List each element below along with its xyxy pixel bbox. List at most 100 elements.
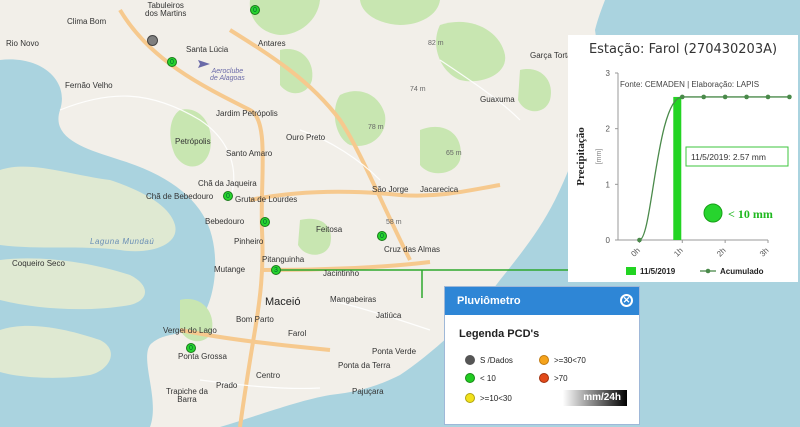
legend-title: Legenda PCD's [459,328,540,340]
place-ouro-preto: Ouro Preto [286,133,326,142]
y-tick-label: 0 [606,236,611,245]
precip-bar [673,96,682,240]
place-fernao-velho: Fernão Velho [65,81,113,90]
legend-dot-icon [539,355,549,365]
elevation-label: 65 m [446,150,462,157]
pluviometer-header-label: Pluviômetro [457,295,521,307]
airport-label: Aeroclube de Alagoas [210,68,245,82]
tooltip-text: 11/5/2019: 2.57 mm [691,152,766,162]
station-marker-nodata[interactable] [147,35,158,46]
place-pinheiro: Pinheiro [234,237,264,246]
place-ponta-verde: Ponta Verde [372,347,417,356]
place-clima-bom: Clima Bom [67,17,107,26]
station-marker[interactable]: 0 [186,343,196,353]
legend-item: >=30<70 [539,355,586,365]
place-guaxuma: Guaxuma [480,95,515,104]
legend-line-point [705,268,711,274]
station-chart-panel: Estação: Farol (270430203A) 0 1 2 3 0h 1h 2h 3h… [568,35,798,282]
legend-dot-icon [539,373,549,383]
x-tick-label: 3h [758,246,771,259]
place-prado: Prado [216,381,238,390]
legend-item: S /Dados [465,355,513,365]
place-cruz-almas: Cruz das Almas [384,245,441,254]
place-coqueiro-seco: Coqueiro Seco [12,259,65,268]
chart-source: Fonte: CEMADEN | Elaboração: LAPIS [620,80,759,89]
accumulated-point [701,94,707,100]
place-cha-jaqueira: Chã da Jaqueira [198,179,257,188]
accumulated-point [637,237,642,243]
place-antares: Antares [258,39,286,48]
elevation-label: 78 m [368,124,384,131]
place-sao-jorge: São Jorge [372,185,409,194]
close-icon[interactable]: ✕ [620,294,633,307]
place-tabuleiros: Tabuleiros dos Martins [145,1,187,18]
legend-bar-swatch [626,267,636,275]
legend-label: >70 [554,373,568,383]
place-ponta-terra: Ponta da Terra [338,361,391,370]
place-petropolis: Petrópolis [175,137,211,146]
accumulated-point [679,94,685,100]
place-feitosa: Feitosa [316,225,343,234]
x-tick-label: 0h [629,246,642,259]
accumulated-point [722,94,728,100]
place-ponta-grossa: Ponta Grossa [178,352,227,361]
place-pitanguinha: Pitanguinha [262,255,305,264]
place-jacarecica: Jacarecica [420,185,459,194]
place-pajucara: Pajuçara [352,387,384,396]
y-axis-label: Precipitação [575,127,587,186]
place-centro: Centro [256,371,281,380]
legend-label: S /Dados [480,355,513,365]
place-garca-torta: Garça Torta [530,51,572,60]
elevation-label: 82 m [428,40,444,47]
accumulated-point [787,94,792,100]
legend-bar-label: 11/5/2019 [640,267,676,276]
place-maceio: Maceió [265,296,301,308]
level-badge: < 10 mm [728,207,773,221]
x-tick-label: 1h [672,246,685,259]
place-farol: Farol [288,329,307,338]
legend-label: >=10<30 [480,393,512,403]
unit-badge: mm/24h [535,390,627,406]
y-axis-unit: [mm] [596,149,603,165]
y-tick-label: 2 [606,125,611,134]
place-mutange: Mutange [214,265,246,274]
station-marker[interactable]: 0 [167,57,177,67]
x-tick-label: 2h [715,246,728,259]
legend-item: < 10 [465,373,496,383]
place-cha-bebedouro: Chã de Bebedouro [146,192,214,201]
y-tick-label: 1 [606,180,611,189]
place-jardim-petropolis: Jardim Petrópolis [216,109,278,118]
precipitation-chart: 0 1 2 3 0h 1h 2h 3h Precipitação [mm] Fonte: CEMAD… [575,69,792,276]
place-jatiuca: Jatiúca [376,311,402,320]
level-dot-icon [703,203,723,223]
station-marker[interactable]: 0 [377,231,387,241]
place-santa-lucia: Santa Lúcia [186,45,229,54]
elevation-label: 58 m [386,219,402,226]
place-jacintinho: Jacintinho [323,269,360,278]
place-bom-parto: Bom Parto [236,315,274,324]
legend-dot-icon [465,373,475,383]
lagoon-label: Laguna Mundaú [90,237,155,246]
place-mangabeiras: Mangabeiras [330,295,377,304]
station-marker-farol[interactable]: 3 [271,265,281,275]
elevation-label: 74 m [410,86,426,93]
place-santo-amaro: Santo Amaro [226,149,273,158]
place-rio-novo: Rio Novo [6,39,39,48]
station-marker[interactable]: 0 [260,217,270,227]
pluviometer-header: Pluviômetro ✕ [445,287,639,315]
station-marker[interactable]: 0 [223,191,233,201]
station-marker[interactable]: 0 [250,5,260,15]
legend-line-label: Acumulado [720,267,764,276]
y-tick-label: 3 [606,69,611,78]
place-trapiche: Trapiche da Barra [166,387,208,404]
legend-label: < 10 [480,373,496,383]
legend-item: >=10<30 [465,393,512,403]
legend-dot-icon [465,355,475,365]
accumulated-point [765,94,771,100]
legend-item: >70 [539,373,568,383]
legend-dot-icon [465,393,475,403]
place-bebedouro: Bebedouro [205,217,245,226]
place-vergel: Vergel do Lago [163,326,217,335]
pluviometer-panel: Pluviômetro ✕ Legenda PCD's S /Dados >=3… [444,286,640,425]
accumulated-point [744,94,749,100]
